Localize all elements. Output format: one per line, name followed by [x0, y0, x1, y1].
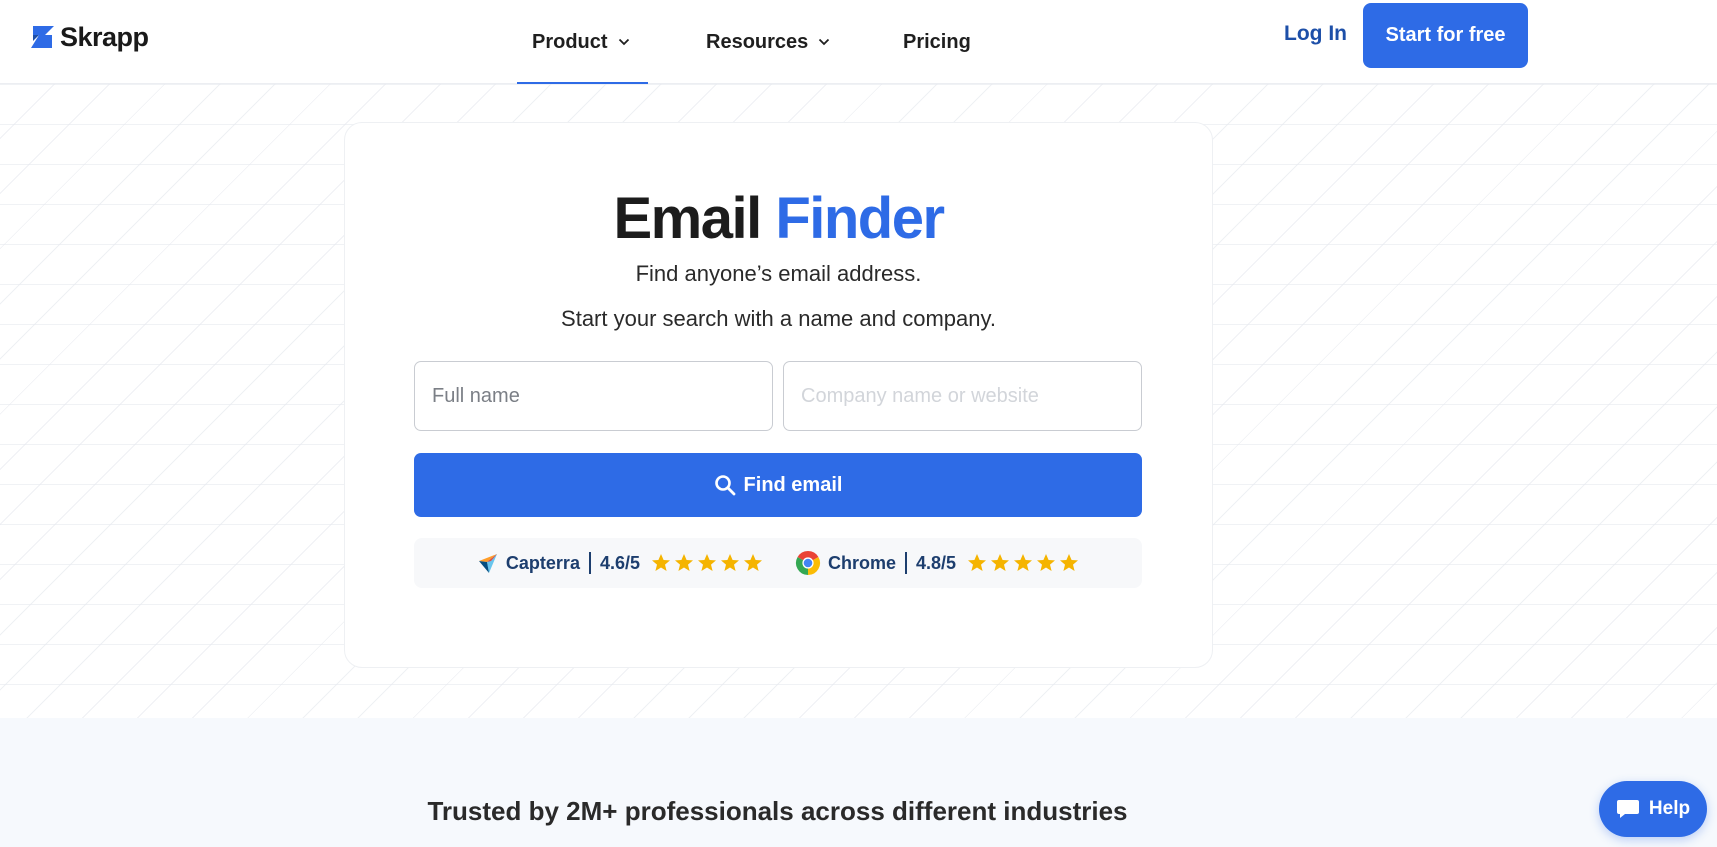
capterra-score: 4.6/5 [599, 552, 640, 573]
full-name-input[interactable] [414, 361, 773, 431]
search-icon [714, 475, 735, 496]
star-icon [721, 554, 739, 571]
email-finder-card: Email Finder Find anyone’s email address… [344, 122, 1213, 668]
nav-product-label: Product [532, 30, 608, 53]
star-icon [698, 554, 716, 571]
ratings-bar: Capterra 4.6/5 Chrome 4.8/5 [414, 538, 1142, 588]
star-icon [744, 554, 762, 571]
skrapp-logo-icon [31, 26, 54, 48]
chrome-stars [967, 553, 1079, 573]
help-label: Help [1648, 798, 1691, 819]
start-for-free-button[interactable]: Start for free [1363, 3, 1528, 68]
hero-section: Email Finder Find anyone’s email address… [0, 84, 1717, 718]
company-input[interactable] [783, 361, 1142, 431]
skrapp-logo[interactable]: Skrapp [28, 22, 149, 52]
star-icon [968, 554, 987, 571]
trusted-heading: Trusted by 2M+ professionals across diff… [427, 796, 1128, 826]
help-button[interactable]: Help [1599, 781, 1707, 837]
nav-resources[interactable]: Resources [706, 0, 830, 84]
star-icon [1014, 554, 1033, 571]
chrome-name: Chrome [828, 552, 897, 573]
star-icon [1037, 554, 1056, 571]
chrome-logo-icon [795, 551, 821, 575]
chat-bubble-icon [1616, 800, 1639, 818]
subtitle-primary: Find anyone’s email address. [635, 261, 922, 286]
find-email-label: Find email [743, 473, 843, 496]
page-title: Email Finder [345, 185, 1212, 252]
rating-divider [588, 552, 591, 574]
star-icon [991, 554, 1010, 571]
rating-chrome: Chrome 4.8/5 [795, 550, 1079, 576]
star-icon [675, 554, 693, 571]
chrome-score: 4.8/5 [916, 552, 957, 573]
title-main: Email [613, 186, 762, 251]
capterra-stars [651, 553, 763, 573]
nav-pricing[interactable]: Pricing [903, 0, 971, 84]
nav-pricing-label: Pricing [903, 30, 971, 53]
capterra-name: Capterra [505, 552, 580, 573]
star-icon [652, 554, 670, 571]
nav-resources-label: Resources [706, 30, 809, 53]
brand-name: Skrapp [60, 21, 149, 52]
chevron-down-icon [618, 38, 629, 46]
nav-product[interactable]: Product [517, 0, 648, 84]
rating-capterra: Capterra 4.6/5 [477, 552, 763, 574]
trusted-section: Trusted by 2M+ professionals across diff… [0, 718, 1717, 847]
site-header: Skrapp Product Resources Pricing Log In … [0, 0, 1717, 84]
capterra-logo-icon [478, 554, 497, 573]
login-link[interactable]: Log In [1284, 22, 1347, 46]
subtitle-secondary: Start your search with a name and compan… [561, 306, 996, 331]
chevron-down-icon [819, 38, 830, 46]
find-email-button[interactable]: Find email [414, 453, 1142, 517]
rating-divider [905, 552, 908, 574]
title-accent: Finder [775, 186, 945, 251]
star-icon [1060, 554, 1079, 571]
